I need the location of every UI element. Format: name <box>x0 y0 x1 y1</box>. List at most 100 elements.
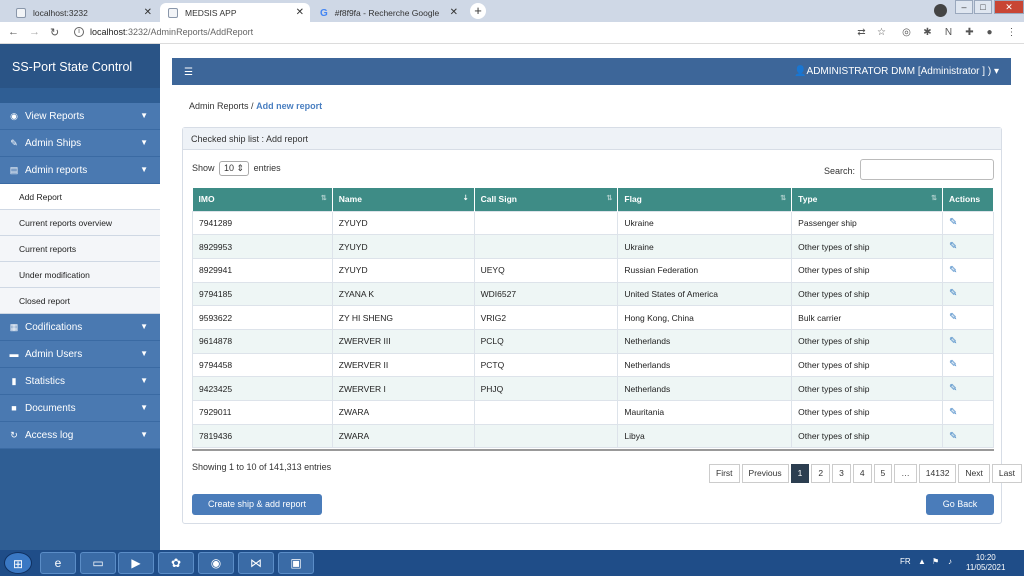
sidebar-subitem-current-reports-overview[interactable]: Current reports overview <box>0 210 160 236</box>
column-header-name[interactable]: Name ⇣ <box>332 188 475 211</box>
media-player-icon[interactable]: ▶ <box>118 552 154 574</box>
cell-flag: United States of America <box>617 281 793 307</box>
sidebar-subitem-closed-report[interactable]: Closed report <box>0 288 160 314</box>
window-app-icon[interactable]: ▣ <box>278 552 314 574</box>
menu-dots-icon[interactable]: ⋮ <box>1006 27 1017 38</box>
sidebar-item-admin-reports[interactable]: ▤ Admin reports ▼ <box>0 157 160 184</box>
cell-flag: Hong Kong, China <box>617 305 793 330</box>
table-row: 7941289 ZYUYD Ukraine Passenger ship ✎ <box>192 210 995 236</box>
edit-icon[interactable]: ✎ <box>941 423 995 449</box>
sidebar-item-label: View Reports <box>25 110 85 122</box>
cell-call-sign: VRIG2 <box>473 305 619 330</box>
tray-arrow-icon[interactable]: ▲ <box>918 557 926 566</box>
site-info-icon[interactable]: i <box>74 27 84 37</box>
windows-start-button[interactable]: ⊞ <box>4 552 32 574</box>
column-header-type[interactable]: Type ⇅ <box>791 188 943 211</box>
page-previous[interactable]: Previous <box>741 464 789 483</box>
extension-icon[interactable]: ✱ <box>922 27 933 38</box>
sidebar-item-admin-ships[interactable]: ✎ Admin Ships ▼ <box>0 130 160 157</box>
browser-tab[interactable]: localhost:3232 ✕ <box>8 3 158 22</box>
page-number-active[interactable]: 1 <box>790 464 810 483</box>
edit-icon[interactable]: ✎ <box>941 328 995 354</box>
record-icon[interactable] <box>934 4 947 17</box>
forward-arrow-icon[interactable]: → <box>29 26 40 38</box>
translate-icon[interactable]: ⇄ <box>856 27 867 38</box>
edit-icon[interactable]: ✎ <box>941 376 995 401</box>
chrome-icon[interactable]: ◉ <box>198 552 234 574</box>
edit-icon[interactable]: ✎ <box>941 257 995 283</box>
new-tab-button[interactable]: + <box>470 3 486 19</box>
close-tab-icon[interactable]: ✕ <box>144 7 152 18</box>
browser-tab[interactable]: G #f8f9fa - Recherche Google ✕ <box>312 3 464 22</box>
close-tab-icon[interactable]: ✕ <box>296 7 304 18</box>
internet-explorer-icon[interactable]: e <box>40 552 76 574</box>
clock[interactable]: 10:20 11/05/2021 <box>966 553 1005 573</box>
edit-icon[interactable]: ✎ <box>941 352 995 378</box>
page-last[interactable]: Last <box>991 464 1022 483</box>
sidebar-item-view-reports[interactable]: ◉ View Reports ▼ <box>0 103 160 130</box>
sidebar-item-label: Codifications <box>25 321 83 333</box>
close-window-button[interactable]: ✕ <box>994 0 1024 14</box>
table-row: 9794185 ZYANA K WDI6527 United States of… <box>192 281 995 307</box>
go-back-button[interactable]: Go Back <box>926 494 994 515</box>
edit-icon[interactable]: ✎ <box>941 234 995 259</box>
sidebar-subitem-current-reports[interactable]: Current reports <box>0 236 160 262</box>
edit-icon[interactable]: ✎ <box>941 305 995 330</box>
visual-studio-icon[interactable]: ⋈ <box>238 552 274 574</box>
user-menu[interactable]: 👤ADMINISTRATOR DMM [Administrator ] ) ▾ <box>794 66 999 77</box>
breadcrumb-parent[interactable]: Admin Reports <box>189 101 249 111</box>
star-icon[interactable]: ☆ <box>876 27 887 38</box>
page-number[interactable]: 4 <box>852 464 872 483</box>
sidebar-item-documents[interactable]: ■ Documents ▼ <box>0 395 160 422</box>
page-first[interactable]: First <box>709 464 740 483</box>
url-field[interactable]: localhost:3232/AdminReports/AddReport <box>90 27 253 37</box>
ship-table: IMO ⇅ Name ⇣ Call Sign ⇅ Flag ⇅ Type ⇅ Action… <box>192 188 995 449</box>
reload-icon[interactable]: ↻ <box>50 26 59 39</box>
browser-tab-active[interactable]: MEDSIS APP ✕ <box>160 3 310 22</box>
page-next[interactable]: Next <box>958 464 990 483</box>
top-header: ☰ 👤ADMINISTRATOR DMM [Administrator ] ) … <box>172 58 1011 85</box>
table-row: 9614878 ZWERVER III PCLQ Netherlands Oth… <box>192 328 995 354</box>
sidebar-item-codifications[interactable]: ▦ Codifications ▼ <box>0 314 160 341</box>
page-number-last[interactable]: 14132 <box>918 464 957 483</box>
extension-icon[interactable]: ◎ <box>901 27 912 38</box>
minimize-button[interactable]: – <box>955 0 973 14</box>
extension-icon[interactable]: N <box>943 27 954 38</box>
cell-flag: Netherlands <box>617 376 793 401</box>
cell-imo: 9614878 <box>192 328 333 354</box>
sidebar-item-access-log[interactable]: ↻ Access log ▼ <box>0 422 160 449</box>
sort-desc-icon: ⇣ <box>462 195 469 202</box>
sidebar-subitem-under-modification[interactable]: Under modification <box>0 262 160 288</box>
flag-icon[interactable]: ⚑ <box>932 557 939 566</box>
file-explorer-icon[interactable]: ▭ <box>80 552 116 574</box>
column-header-imo[interactable]: IMO ⇅ <box>192 188 333 211</box>
page-number[interactable]: 2 <box>811 464 831 483</box>
search-input[interactable] <box>860 159 994 180</box>
create-ship-add-report-button[interactable]: Create ship & add report <box>192 494 322 515</box>
close-tab-icon[interactable]: ✕ <box>450 7 458 18</box>
cell-type: Other types of ship <box>791 281 943 307</box>
sidebar-subitem-add-report[interactable]: Add Report <box>0 184 160 210</box>
volume-icon[interactable]: ♪ <box>948 557 952 566</box>
profile-icon[interactable]: ● <box>984 27 995 38</box>
cell-call-sign <box>473 234 619 259</box>
back-arrow-icon[interactable]: ← <box>8 26 19 38</box>
edit-icon[interactable]: ✎ <box>941 281 995 307</box>
page-length-select[interactable]: 10 ⇕ <box>219 161 250 176</box>
folder-icon: ■ <box>11 403 17 413</box>
column-header-flag[interactable]: Flag ⇅ <box>617 188 793 211</box>
puzzle-icon[interactable]: ✚ <box>964 27 975 38</box>
sidebar-item-statistics[interactable]: ▮ Statistics ▼ <box>0 368 160 395</box>
page-number[interactable]: 3 <box>832 464 851 483</box>
page-number[interactable]: 5 <box>873 464 893 483</box>
cell-type: Bulk carrier <box>791 305 943 330</box>
app-icon[interactable]: ✿ <box>158 552 194 574</box>
hamburger-menu-icon[interactable]: ☰ <box>184 67 193 78</box>
language-indicator[interactable]: FR <box>900 557 911 566</box>
edit-icon[interactable]: ✎ <box>941 400 995 425</box>
column-header-call-sign[interactable]: Call Sign ⇅ <box>474 188 619 211</box>
edit-icon[interactable]: ✎ <box>941 210 995 236</box>
sidebar-item-admin-users[interactable]: ▬ Admin Users ▼ <box>0 341 160 368</box>
maximize-button[interactable]: □ <box>974 0 992 14</box>
breadcrumb-separator: / <box>251 101 254 111</box>
